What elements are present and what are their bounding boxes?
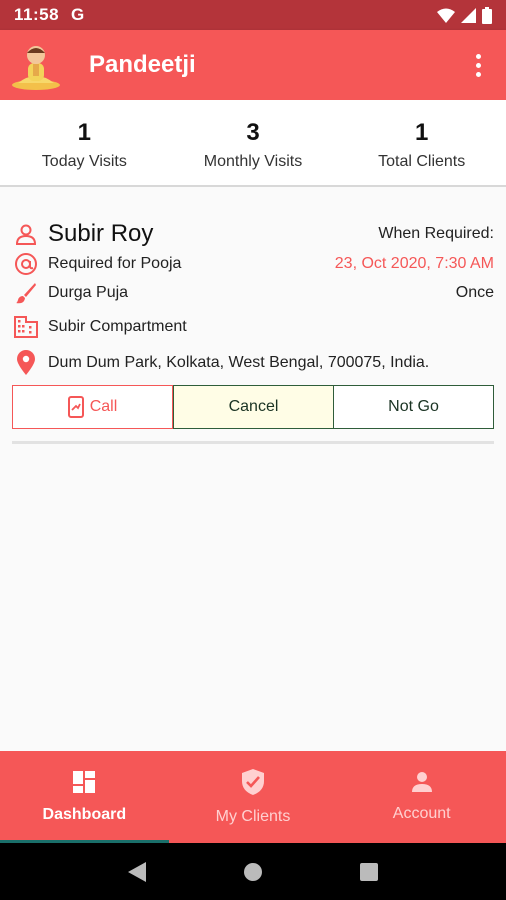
nav-label: Account xyxy=(392,805,451,822)
pandit-logo-icon xyxy=(12,46,60,90)
visit-datetime: 23, Oct 2020, 7:30 AM xyxy=(334,255,494,272)
stat-value: 3 xyxy=(246,118,260,146)
address-row: Dum Dum Park, Kolkata, West Bengal, 7000… xyxy=(12,349,494,377)
client-name: Subir Roy xyxy=(48,220,154,247)
call-button[interactable]: Call xyxy=(12,385,173,429)
location-pin-icon xyxy=(12,349,40,377)
person-icon xyxy=(12,220,40,248)
action-buttons: Call Cancel Not Go xyxy=(12,385,494,429)
google-notification-icon: G xyxy=(71,5,85,24)
at-sign-icon xyxy=(12,250,40,278)
not-go-label: Not Go xyxy=(388,398,439,415)
when-required-label: When Required: xyxy=(378,225,494,242)
app-title: Pandeetji xyxy=(89,51,196,78)
nav-label: My Clients xyxy=(215,808,291,825)
nav-account[interactable]: Account xyxy=(337,751,506,843)
call-label: Call xyxy=(89,398,118,415)
phone-icon xyxy=(67,396,84,418)
system-navigation-bar xyxy=(0,843,506,900)
status-icons xyxy=(437,6,492,24)
frequency-text: Once xyxy=(455,284,494,301)
battery-icon xyxy=(482,6,492,24)
purpose-row: Required for Pooja 23, Oct 2020, 7:30 AM xyxy=(12,250,494,278)
stat-value: 1 xyxy=(415,118,429,146)
bottom-navigation: Dashboard My Clients Account xyxy=(0,751,506,843)
stat-label: Monthly Visits xyxy=(203,152,303,170)
wifi-icon xyxy=(437,8,455,23)
stat-label: Today Visits xyxy=(41,152,127,170)
signal-icon xyxy=(461,7,476,23)
stat-label: Total Clients xyxy=(378,152,466,170)
home-icon[interactable] xyxy=(243,862,263,882)
nav-dashboard[interactable]: Dashboard xyxy=(0,751,169,843)
brush-icon xyxy=(12,279,40,307)
app-bar: Pandeetji xyxy=(0,30,506,100)
not-go-button[interactable]: Not Go xyxy=(334,385,494,429)
shield-check-icon xyxy=(242,769,264,795)
person-icon xyxy=(411,772,432,792)
address-text: Dum Dum Park, Kolkata, West Bengal, 7000… xyxy=(48,354,430,371)
stats-summary: 1 Today Visits 3 Monthly Visits 1 Total … xyxy=(0,100,506,187)
status-bar: 11:58 G xyxy=(0,0,506,30)
dashboard-icon xyxy=(73,771,96,793)
back-icon[interactable] xyxy=(128,861,147,882)
overflow-menu-icon[interactable] xyxy=(458,41,498,89)
pooja-row: Durga Puja Once xyxy=(12,279,494,307)
stat-monthly-visits: 3 Monthly Visits xyxy=(169,100,338,185)
building-row: Subir Compartment xyxy=(12,313,494,341)
recents-icon[interactable] xyxy=(359,862,378,881)
building-name: Subir Compartment xyxy=(48,318,187,335)
stat-total-clients: 1 Total Clients xyxy=(337,100,506,185)
client-name-row: Subir Roy When Required: xyxy=(12,220,494,248)
pooja-name: Durga Puja xyxy=(48,284,129,301)
cancel-button[interactable]: Cancel xyxy=(173,385,334,429)
stat-value: 1 xyxy=(77,118,92,146)
visit-card: Subir Roy When Required: Required for Po… xyxy=(12,212,494,444)
nav-my-clients[interactable]: My Clients xyxy=(169,751,338,843)
nav-label: Dashboard xyxy=(42,806,127,823)
purpose-text: Required for Pooja xyxy=(48,255,182,272)
stat-today-visits: 1 Today Visits xyxy=(0,100,169,185)
cancel-label: Cancel xyxy=(228,398,279,415)
status-time: 11:58 xyxy=(14,5,60,24)
building-icon xyxy=(12,313,40,341)
